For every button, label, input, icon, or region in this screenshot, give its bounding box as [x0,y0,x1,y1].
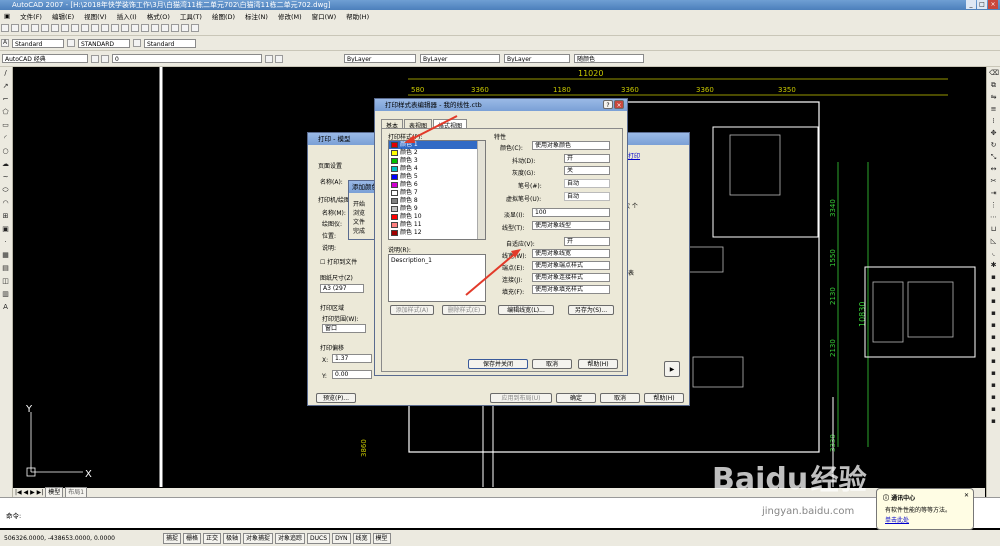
arrow-to-lineweight [465,251,518,296]
notify-title: ⓘ 通讯中心 [883,495,916,502]
status-toggle-5[interactable]: 对象追踪 [275,532,306,544]
watermark-url: jingyan.baidu.com [762,506,855,517]
status-toggle-3[interactable]: 极轴 [223,532,242,544]
status-bar: 506326.0000, -438653.0000, 0.0000 捕捉 栅格 正交… [0,530,1000,546]
arrow-to-color1 [407,115,458,142]
notify-text: 有软件性能的等等方法。 [885,507,952,514]
tab-nav-icon[interactable]: |◀ ◀ ▶ ▶| [15,489,43,496]
status-toggle-1[interactable]: 栅格 [182,532,201,544]
baidu-watermark: Baidu 经验 [712,462,867,497]
command-prompt: 命令: [6,512,22,520]
status-toggle-6[interactable]: DUCS [307,532,331,544]
coordinates: 506326.0000, -438653.0000, 0.0000 [4,534,115,542]
comm-center-balloon: ⓘ 通讯中心 ✕ 有软件性能的等等方法。 单击此处 [876,488,974,530]
notify-close-icon[interactable]: ✕ [964,492,969,499]
status-toggle-8[interactable]: 线宽 [352,532,371,544]
notify-link[interactable]: 单击此处 [885,515,909,524]
status-toggle-4[interactable]: 对象捕捉 [243,532,274,544]
status-toggle-7[interactable]: DYN [332,532,351,544]
arrowhead-1 [404,135,415,143]
status-toggle-2[interactable]: 正交 [202,532,221,544]
status-toggle-9[interactable]: 模型 [372,532,391,544]
status-toggle-0[interactable]: 捕捉 [162,532,181,544]
